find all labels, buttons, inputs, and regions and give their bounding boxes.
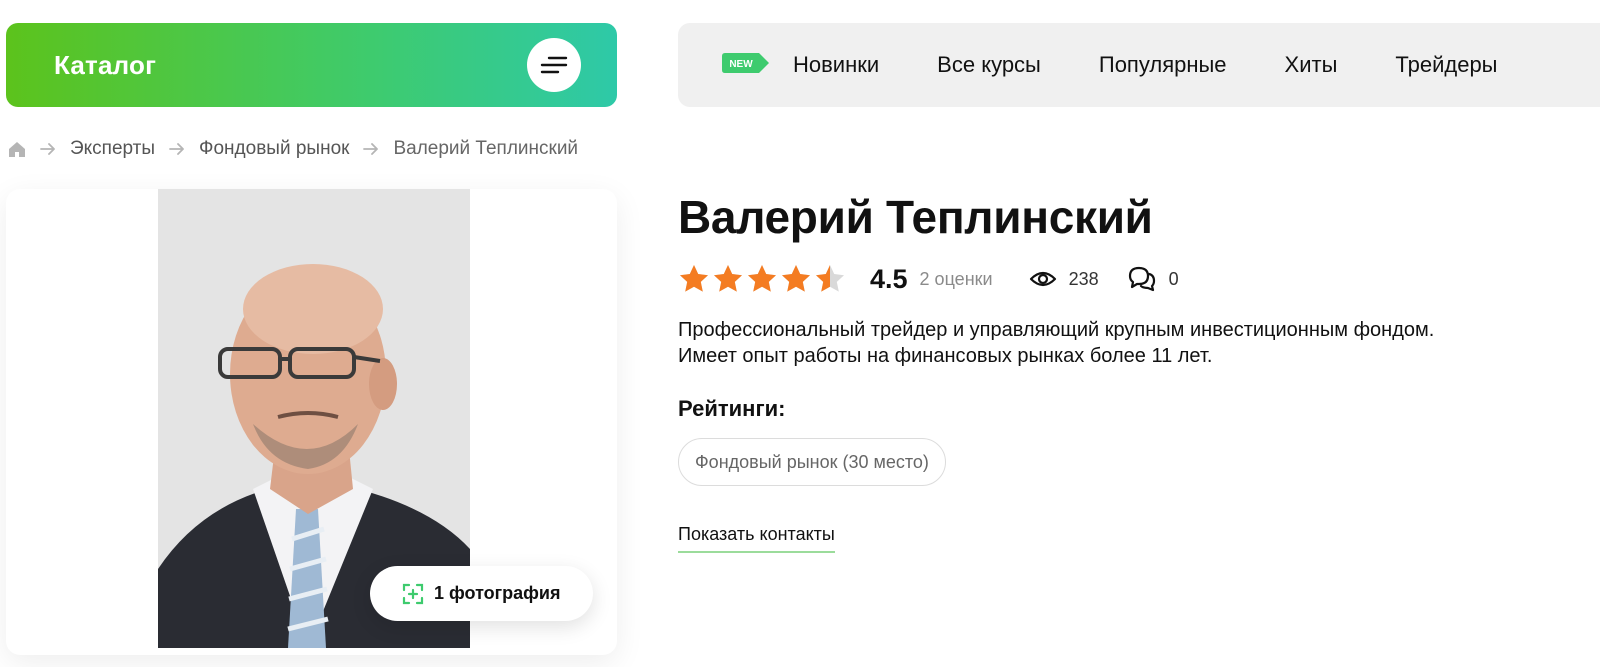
description-line: Профессиональный трейдер и управляющий к… — [678, 319, 1435, 341]
nav-item-popular[interactable]: Популярные — [1099, 52, 1227, 78]
rating-count[interactable]: 2 оценки — [920, 269, 993, 290]
rating-value: 4.5 — [870, 263, 908, 294]
views-count: 238 — [1068, 268, 1099, 289]
breadcrumb: Эксперты Фондовый рынок Валерий Теплинск… — [8, 137, 578, 161]
rating-chip-stock-market[interactable]: Фондовый рынок (30 место) — [678, 438, 946, 486]
breadcrumb-arrow-icon — [363, 143, 379, 155]
star-icon — [782, 265, 810, 292]
catalog-menu-button[interactable] — [527, 38, 581, 92]
breadcrumb-stock-market[interactable]: Фондовый рынок — [199, 138, 349, 160]
image-expand-icon — [402, 583, 424, 604]
star-icon — [816, 265, 844, 292]
nav-item-traders[interactable]: Трейдеры — [1395, 52, 1497, 78]
breadcrumb-arrow-icon — [169, 143, 185, 155]
star-icon — [680, 265, 708, 292]
catalog-button[interactable]: Каталог — [6, 23, 617, 107]
new-badge: NEW — [721, 52, 771, 79]
rating-stars — [678, 263, 848, 295]
photos-count-button[interactable]: 1 фотография — [370, 566, 593, 621]
top-navigation: NEW Новинки Все курсы Популярные Хиты Тр… — [678, 23, 1600, 107]
star-icon — [714, 265, 742, 292]
comments-stat[interactable]: 0 — [1127, 265, 1179, 293]
views-stat: 238 — [1029, 269, 1099, 290]
catalog-label: Каталог — [54, 49, 157, 80]
expert-description: Профессиональный трейдер и управляющий к… — [678, 317, 1578, 369]
photos-count-label: 1 фотография — [434, 583, 561, 603]
rating-row: 4.5 2 оценки 238 0 — [678, 260, 1179, 298]
eye-icon — [1029, 271, 1056, 287]
comments-count: 0 — [1168, 268, 1179, 289]
sort-lines-icon — [540, 56, 568, 74]
ratings-title: Рейтинги: — [678, 396, 786, 421]
photo-card: 1 фотография — [6, 189, 617, 655]
show-contacts-link[interactable]: Показать контакты — [678, 524, 835, 553]
nav-item-all-courses[interactable]: Все курсы — [937, 52, 1041, 78]
star-icon — [748, 265, 776, 292]
comments-icon — [1128, 266, 1155, 292]
nav-item-hits[interactable]: Хиты — [1285, 52, 1338, 78]
breadcrumb-arrow-icon — [40, 143, 56, 155]
description-line: Имеет опыт работы на финансовых рынках б… — [678, 345, 1213, 367]
nav-item-new[interactable]: Новинки — [793, 52, 879, 78]
home-icon[interactable] — [8, 141, 26, 158]
breadcrumb-experts[interactable]: Эксперты — [70, 138, 155, 160]
expert-name: Валерий Теплинский — [678, 191, 1153, 243]
breadcrumb-current: Валерий Теплинский — [393, 138, 579, 159]
svg-text:NEW: NEW — [729, 59, 753, 70]
